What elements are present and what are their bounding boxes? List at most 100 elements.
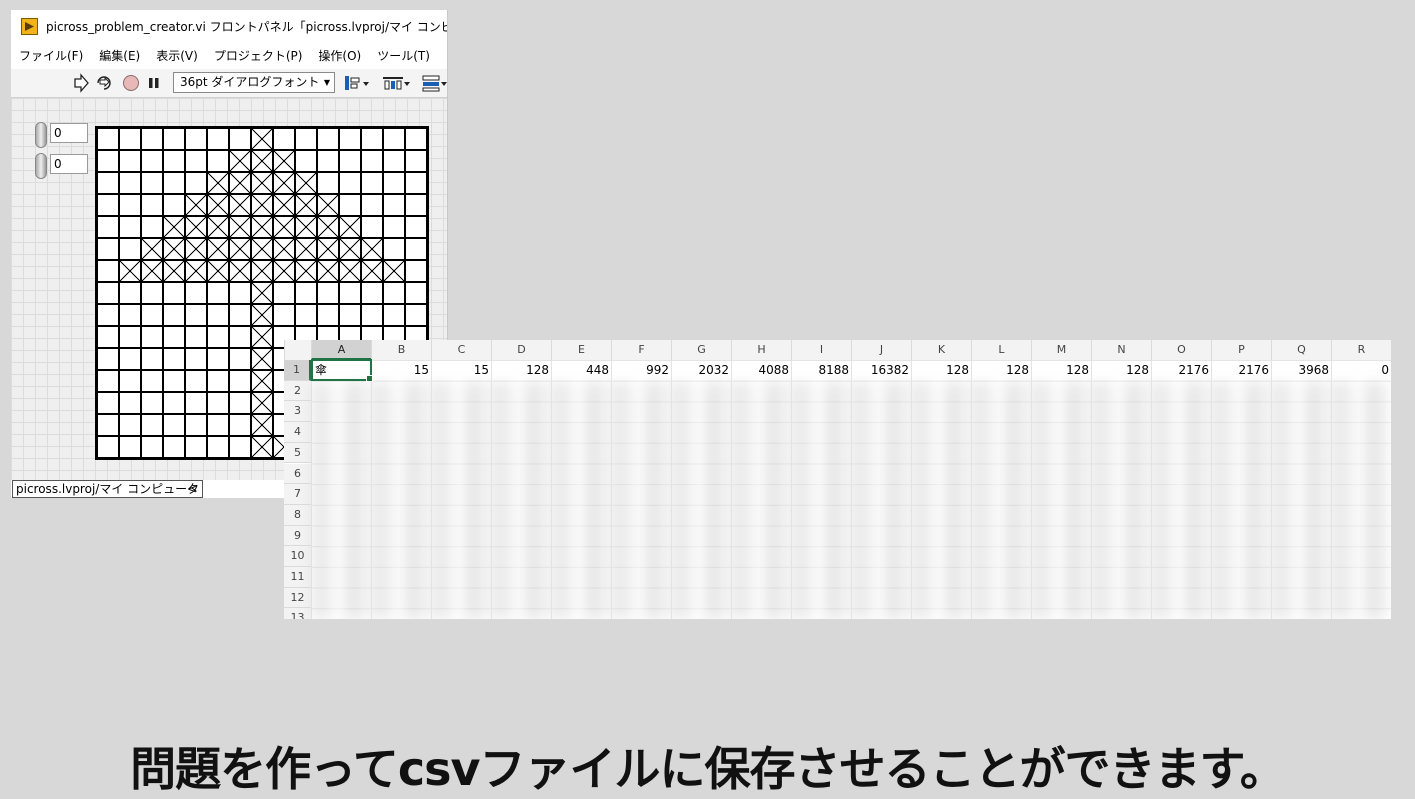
grid-cell-marked[interactable]	[229, 238, 251, 260]
grid-cell-marked[interactable]	[185, 194, 207, 216]
grid-cell[interactable]	[141, 128, 163, 150]
grid-cell[interactable]	[185, 150, 207, 172]
cell-n1[interactable]: 128	[1091, 361, 1151, 381]
grid-cell[interactable]	[185, 436, 207, 458]
grid-cell-marked[interactable]	[229, 260, 251, 282]
column-header-g[interactable]: G	[671, 340, 731, 360]
grid-cell-marked[interactable]	[317, 260, 339, 282]
grid-cell[interactable]	[141, 282, 163, 304]
grid-cell[interactable]	[383, 238, 405, 260]
grid-cell-marked[interactable]	[361, 238, 383, 260]
cell-k1[interactable]: 128	[911, 361, 971, 381]
grid-cell[interactable]	[141, 414, 163, 436]
grid-cell-marked[interactable]	[163, 216, 185, 238]
grid-cell[interactable]	[141, 370, 163, 392]
scroll-left-icon[interactable]: <	[187, 480, 197, 498]
grid-cell[interactable]	[339, 172, 361, 194]
column-header-r[interactable]: R	[1331, 340, 1391, 360]
grid-cell-marked[interactable]	[229, 172, 251, 194]
grid-cell-marked[interactable]	[185, 216, 207, 238]
grid-cell-marked[interactable]	[251, 260, 273, 282]
select-all-corner[interactable]	[284, 340, 311, 360]
grid-cell[interactable]	[207, 150, 229, 172]
grid-cell[interactable]	[405, 150, 427, 172]
grid-cell[interactable]	[229, 326, 251, 348]
grid-cell[interactable]	[97, 392, 119, 414]
grid-cell[interactable]	[163, 392, 185, 414]
row-header-12[interactable]: 12	[284, 587, 311, 609]
grid-cell[interactable]	[141, 436, 163, 458]
grid-cell[interactable]	[207, 326, 229, 348]
grid-cell[interactable]	[229, 348, 251, 370]
row-header-1[interactable]: 1	[284, 360, 311, 381]
grid-cell-marked[interactable]	[229, 194, 251, 216]
resize-objects-icon[interactable]	[421, 73, 447, 93]
column-header-l[interactable]: L	[971, 340, 1031, 360]
grid-cell[interactable]	[119, 282, 141, 304]
grid-cell[interactable]	[273, 304, 295, 326]
menu-window[interactable]: ウィンド	[438, 44, 447, 69]
numeric-value[interactable]: 0	[50, 123, 88, 143]
column-header-e[interactable]: E	[551, 340, 611, 360]
grid-cell[interactable]	[163, 128, 185, 150]
grid-cell[interactable]	[97, 194, 119, 216]
grid-cell-marked[interactable]	[141, 238, 163, 260]
grid-cell[interactable]	[405, 260, 427, 282]
grid-cell[interactable]	[119, 128, 141, 150]
grid-cell[interactable]	[361, 282, 383, 304]
menu-project[interactable]: プロジェクト(P)	[206, 44, 311, 69]
run-continuously-icon[interactable]	[95, 73, 113, 93]
grid-cell[interactable]	[119, 414, 141, 436]
grid-cell[interactable]	[163, 326, 185, 348]
grid-cell[interactable]	[163, 304, 185, 326]
grid-cell-marked[interactable]	[339, 260, 361, 282]
grid-cell-marked[interactable]	[251, 128, 273, 150]
grid-cell[interactable]	[119, 304, 141, 326]
grid-cell[interactable]	[383, 194, 405, 216]
grid-cell-marked[interactable]	[141, 260, 163, 282]
grid-cell-marked[interactable]	[273, 150, 295, 172]
grid-cell-marked[interactable]	[251, 172, 273, 194]
grid-cell[interactable]	[383, 282, 405, 304]
column-header-h[interactable]: H	[731, 340, 791, 360]
column-header-f[interactable]: F	[611, 340, 671, 360]
grid-cell[interactable]	[295, 304, 317, 326]
grid-cell-marked[interactable]	[207, 172, 229, 194]
grid-cell-marked[interactable]	[251, 238, 273, 260]
row-header-4[interactable]: 4	[284, 422, 311, 443]
menu-tools[interactable]: ツール(T)	[369, 44, 438, 69]
grid-cell[interactable]	[229, 436, 251, 458]
grid-cell[interactable]	[97, 216, 119, 238]
cell-b1[interactable]: 15	[371, 361, 431, 381]
column-header-q[interactable]: Q	[1271, 340, 1331, 360]
grid-cell[interactable]	[339, 150, 361, 172]
grid-cell[interactable]	[185, 370, 207, 392]
grid-cell[interactable]	[383, 216, 405, 238]
grid-cell[interactable]	[163, 150, 185, 172]
cell-e1[interactable]: 448	[551, 361, 611, 381]
grid-cell[interactable]	[361, 150, 383, 172]
grid-cell[interactable]	[97, 282, 119, 304]
grid-cell[interactable]	[361, 304, 383, 326]
grid-cell-marked[interactable]	[339, 238, 361, 260]
cell-d1[interactable]: 128	[491, 361, 551, 381]
cell-o1[interactable]: 2176	[1151, 361, 1211, 381]
grid-cell-marked[interactable]	[207, 238, 229, 260]
cell-h1[interactable]: 4088	[731, 361, 791, 381]
grid-cell-marked[interactable]	[273, 238, 295, 260]
grid-cell-marked[interactable]	[251, 392, 273, 414]
grid-cell-marked[interactable]	[383, 260, 405, 282]
grid-cell-marked[interactable]	[251, 282, 273, 304]
row-header-2[interactable]: 2	[284, 380, 311, 402]
grid-cell[interactable]	[119, 216, 141, 238]
cell-m1[interactable]: 128	[1031, 361, 1091, 381]
grid-cell[interactable]	[383, 150, 405, 172]
column-header-k[interactable]: K	[911, 340, 971, 360]
pause-icon[interactable]	[147, 73, 161, 93]
grid-cell[interactable]	[273, 282, 295, 304]
row-header-6[interactable]: 6	[284, 463, 311, 485]
fill-handle[interactable]	[366, 375, 373, 382]
grid-cell[interactable]	[185, 172, 207, 194]
row-header-7[interactable]: 7	[284, 484, 311, 505]
grid-cell-marked[interactable]	[295, 172, 317, 194]
